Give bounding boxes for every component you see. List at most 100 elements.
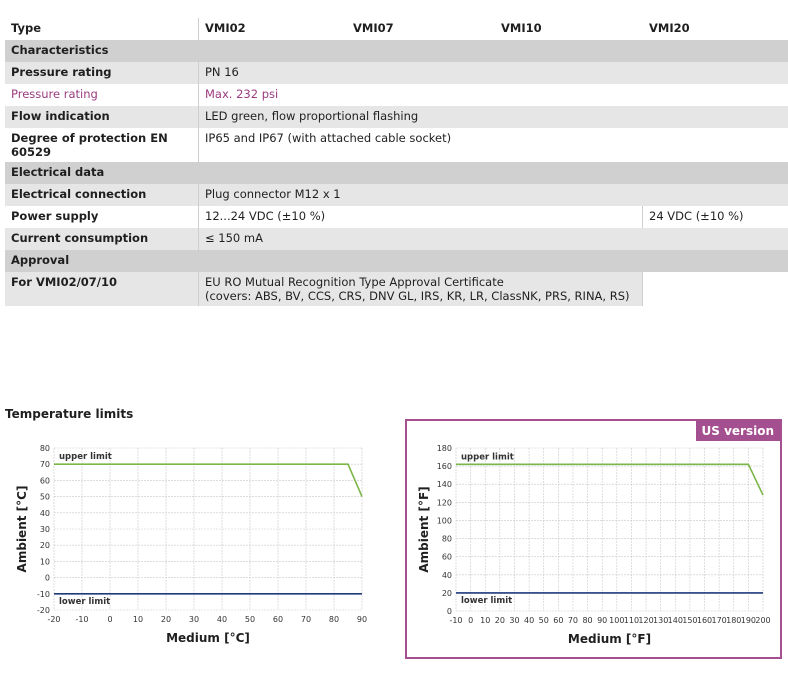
x-tick-label: 120: [638, 616, 653, 625]
section-label: Approval: [5, 250, 199, 272]
x-tick-label: -10: [449, 616, 462, 625]
lower-limit-label: lower limit: [461, 596, 512, 606]
x-tick-label: -20: [47, 615, 60, 624]
row-label: For VMI02/07/10: [5, 272, 199, 306]
row-value: 12...24 VDC (±10 %): [198, 206, 643, 228]
x-axis-label: Medium [°C]: [166, 631, 250, 645]
row-value: Plug connector M12 x 1: [198, 184, 788, 206]
table-row: Degree of protection EN 60529 IP65 and I…: [5, 128, 788, 162]
row-value: EU RO Mutual Recognition Type Approval C…: [198, 272, 643, 306]
y-tick-label: 120: [437, 498, 452, 507]
y-tick-label: 160: [437, 462, 452, 471]
y-tick-label: 60: [442, 553, 452, 562]
table-row: For VMI02/07/10 EU RO Mutual Recognition…: [5, 272, 788, 306]
y-tick-label: 20: [40, 541, 50, 550]
x-axis-label: Medium [°F]: [568, 632, 651, 646]
row-value: LED green, flow proportional flashing: [198, 106, 788, 128]
lower-limit-label: lower limit: [59, 597, 110, 607]
section-row: Characteristics: [5, 40, 788, 62]
x-tick-label: 50: [539, 616, 549, 625]
x-tick-label: 160: [697, 616, 712, 625]
row-label: Degree of protection EN 60529: [5, 128, 199, 162]
x-tick-label: 0: [468, 616, 473, 625]
y-tick-label: 40: [40, 509, 50, 518]
x-tick-label: 30: [509, 616, 519, 625]
x-tick-label: 190: [741, 616, 756, 625]
x-tick-label: 180: [726, 616, 741, 625]
y-tick-label: 50: [40, 493, 50, 502]
row-value: Max. 232 psi: [198, 84, 788, 106]
x-tick-label: 90: [357, 615, 367, 624]
header-model: VMI02: [198, 18, 347, 40]
x-tick-label: 90: [597, 616, 607, 625]
x-tick-label: 10: [480, 616, 490, 625]
x-tick-label: 20: [161, 615, 171, 624]
x-tick-label: 70: [301, 615, 311, 624]
celsius-chart: -20 -10 0 10 20 30 40 50 60 70 80 90 -20 -10 0 10 20 30 40…: [15, 444, 367, 645]
y-tick-label: -10: [37, 590, 50, 599]
y-tick-label: 180: [437, 444, 452, 453]
section-label: Electrical data: [5, 162, 199, 184]
y-tick-label: 0: [447, 607, 452, 616]
x-tick-label: 150: [682, 616, 697, 625]
x-tick-label: 40: [217, 615, 227, 624]
x-tick-label: 140: [668, 616, 683, 625]
y-tick-label: 40: [442, 571, 452, 580]
y-tick-label: 30: [40, 525, 50, 534]
y-axis-label: Ambient [°F]: [417, 486, 431, 572]
row-label: Power supply: [5, 206, 199, 228]
section-row: Electrical data: [5, 162, 788, 184]
row-value: PN 16: [198, 62, 788, 84]
y-tick-label: 0: [45, 574, 50, 583]
table-row: Power supply 12...24 VDC (±10 %) 24 VDC …: [5, 206, 788, 228]
table-row: Pressure rating PN 16: [5, 62, 788, 84]
row-label: Pressure rating: [5, 62, 199, 84]
approval-line-2: (covers: ABS, BV, CCS, CRS, DNV GL, IRS,…: [205, 289, 630, 303]
row-label: Electrical connection: [5, 184, 199, 206]
x-tick-label: -10: [75, 615, 88, 624]
section-row: Approval: [5, 250, 788, 272]
x-tick-label: 130: [653, 616, 668, 625]
y-tick-label: 20: [442, 589, 452, 598]
x-tick-label: 70: [568, 616, 578, 625]
table-row: Flow indication LED green, flow proporti…: [5, 106, 788, 128]
x-tick-label: 20: [495, 616, 505, 625]
header-model: VMI20: [642, 18, 788, 40]
y-tick-label: 60: [40, 476, 50, 485]
table-row: Current consumption ≤ 150 mA: [5, 228, 788, 250]
header-model: VMI10: [494, 18, 643, 40]
x-tick-label: 80: [582, 616, 592, 625]
row-value-vmi20: 24 VDC (±10 %): [642, 206, 788, 228]
x-tick-label: 80: [329, 615, 339, 624]
y-axis-label: Ambient [°C]: [15, 486, 29, 573]
y-tick-label: 70: [40, 460, 50, 469]
y-tick-label: 80: [442, 535, 452, 544]
upper-limit-label: upper limit: [59, 452, 112, 462]
x-tick-label: 10: [133, 615, 143, 624]
approval-line-1: EU RO Mutual Recognition Type Approval C…: [205, 275, 504, 289]
y-tick-label: 100: [437, 516, 452, 525]
row-label: Current consumption: [5, 228, 199, 250]
y-tick-label: 140: [437, 480, 452, 489]
row-label: Pressure rating: [5, 84, 199, 106]
x-tick-label: 170: [712, 616, 727, 625]
fahrenheit-chart: -10 0 10 20 30 40 50 60 70 80 90 100 110 120 130 140 150…: [417, 444, 771, 646]
x-tick-label: 30: [189, 615, 199, 624]
x-tick-label: 110: [624, 616, 639, 625]
table-row: Electrical connection Plug connector M12…: [5, 184, 788, 206]
row-label: Flow indication: [5, 106, 199, 128]
x-tick-label: 60: [273, 615, 283, 624]
header-type: Type: [5, 18, 199, 40]
x-tick-label: 40: [524, 616, 534, 625]
upper-limit-line: [456, 463, 764, 496]
x-tick-label: 100: [609, 616, 624, 625]
table-header-row: Type VMI02 VMI07 VMI10 VMI20: [5, 18, 788, 40]
row-value: ≤ 150 mA: [198, 228, 788, 250]
x-tick-label: 200: [755, 616, 770, 625]
section-label: Characteristics: [5, 40, 199, 62]
row-value: IP65 and IP67 (with attached cable socke…: [198, 128, 788, 162]
y-tick-label: 10: [40, 557, 50, 566]
spec-table: Type VMI02 VMI07 VMI10 VMI20 Characteris…: [5, 18, 788, 306]
x-tick-label: 0: [107, 615, 112, 624]
x-tick-label: 60: [553, 616, 563, 625]
